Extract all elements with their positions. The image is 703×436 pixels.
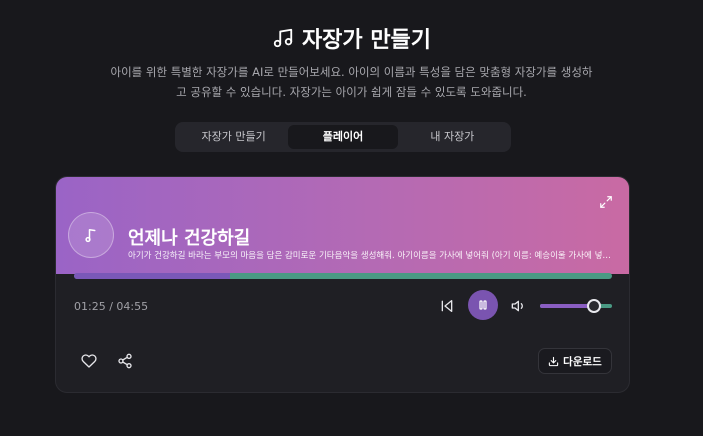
tab-my-lullabies[interactable]: 내 자장가 — [398, 125, 507, 149]
song-artwork — [68, 212, 114, 258]
subtitle-line-1: 아이를 위한 특별한 자장가를 AI로 만들어보세요. 아이의 이름과 특성을 … — [110, 65, 593, 79]
download-button[interactable]: 다운로드 — [538, 348, 612, 374]
player-card: 언제나 건강하길 아기가 건강하길 바라는 부모의 마음을 담은 감미로운 기타… — [55, 176, 630, 393]
tab-create[interactable]: 자장가 만들기 — [179, 125, 288, 149]
play-pause-button[interactable] — [468, 290, 498, 320]
subtitle-line-2: 고 공유할 수 있습니다. 자장가는 아이가 쉽게 잠들 수 있도록 도와줍니다… — [176, 85, 527, 99]
tab-player[interactable]: 플레이어 — [288, 125, 398, 149]
page-title-row: 자장가 만들기 — [272, 22, 431, 54]
heart-icon[interactable] — [81, 353, 97, 369]
time-display: 01:25 / 04:55 — [74, 300, 149, 313]
download-label: 다운로드 — [563, 355, 602, 368]
page-title: 자장가 만들기 — [301, 28, 432, 53]
share-icon[interactable] — [117, 353, 133, 369]
volume-slider[interactable] — [540, 299, 612, 313]
song-title: 언제나 건강하길 — [128, 228, 251, 249]
song-banner: 언제나 건강하길 아기가 건강하길 바라는 부모의 마음을 담은 감미로운 기타… — [56, 177, 629, 274]
expand-icon[interactable] — [599, 195, 613, 209]
skip-back-icon[interactable] — [439, 298, 455, 314]
progress-fill — [74, 273, 231, 279]
music-note-icon — [82, 226, 100, 244]
download-icon — [548, 356, 559, 367]
page-header: 자장가 만들기 아이를 위한 특별한 자장가를 AI로 만들어보세요. 아이의 … — [0, 22, 703, 102]
volume-fill — [540, 304, 594, 308]
tab-bar: 자장가 만들기 플레이어 내 자장가 — [175, 122, 511, 152]
song-description: 아기가 건강하길 바라는 부모의 마음을 담은 감미로운 기타음악을 생성해줘.… — [128, 251, 618, 261]
volume-knob[interactable] — [587, 299, 601, 313]
progress-bar[interactable] — [74, 273, 612, 279]
pause-icon — [477, 299, 489, 311]
page-subtitle: 아이를 위한 특별한 자장가를 AI로 만들어보세요. 아이의 이름과 특성을 … — [0, 62, 703, 102]
music-note-icon — [272, 27, 294, 49]
volume-icon[interactable] — [511, 298, 527, 314]
